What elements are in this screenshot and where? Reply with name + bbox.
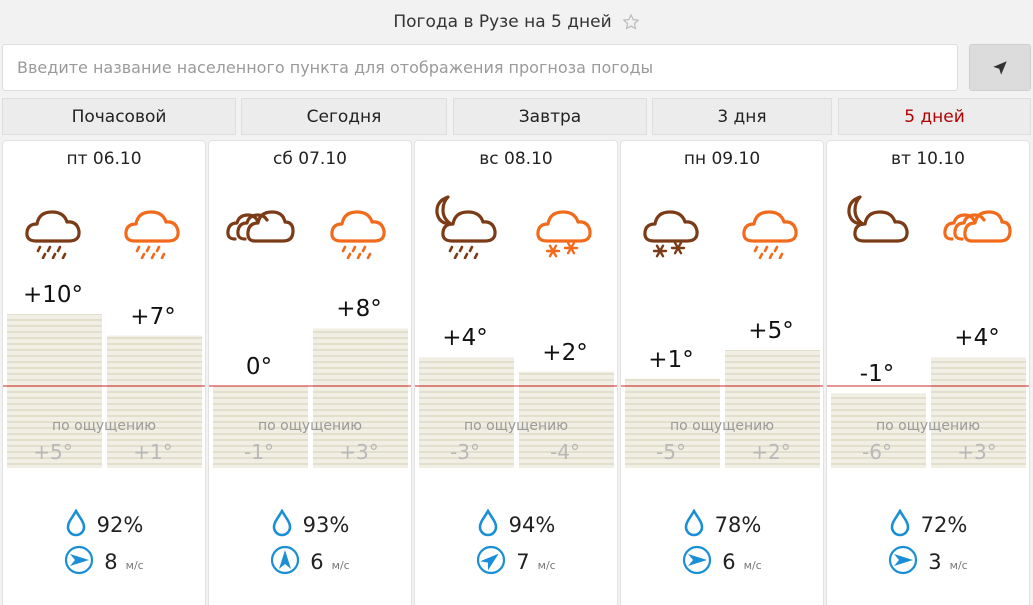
wind-unit: м/с [125,558,144,572]
wind-direction-icon [476,545,506,579]
search-box [2,44,958,91]
day-temperature: +2° [542,339,588,366]
tab-1[interactable]: Сегодня [241,98,447,135]
wind: 6 м/с [209,545,411,579]
day-card: сб 07.10 0° +8° по ощущению -1° +3° 93% 6 м/с [208,140,412,605]
day-temperature: +4° [954,325,1000,352]
page-header: Погода в Рузе на 5 дней [0,0,1033,44]
feels-like-label: по ощущению [875,418,981,434]
day-date: сб 07.10 [273,149,347,169]
tab-4[interactable]: 5 дней [838,98,1031,135]
cloud-snow-day-icon [531,193,601,259]
day-temperature: +8° [336,296,382,323]
night-feels-like: +5° [33,440,73,464]
day-feels-like: +3° [957,440,997,464]
wind-speed: 6 [722,550,736,574]
wind-direction-icon [64,545,94,579]
locate-button[interactable] [969,44,1031,91]
humidity-value: 78% [714,513,762,537]
moon-cloudy-night-icon [844,193,914,259]
wind: 6 м/с [621,545,823,579]
night-feels-like: -5° [656,440,686,464]
cloudy-night-icon [226,193,296,259]
humidity: 94% [415,508,617,541]
cloudy-day-icon [943,193,1013,259]
wind: 3 м/с [827,545,1029,579]
cloud-rain-day-icon [325,193,395,260]
feels-like-label: по ощущению [51,418,157,434]
day-feels-like: -4° [550,440,580,464]
day-feels-like: +1° [133,440,173,464]
night-temperature: 0° [245,354,273,380]
wind-unit: м/с [949,558,968,572]
tab-3[interactable]: 3 дня [652,98,832,135]
humidity-value: 72% [920,513,968,537]
humidity-value: 92% [96,513,144,537]
page-title: Погода в Рузе на 5 дней [393,12,612,32]
night-temperature: +4° [442,325,488,352]
day-feels-like: +3° [339,440,379,464]
feels-like-label: по ощущению [257,418,363,434]
humidity-value: 93% [302,513,350,537]
night-feels-like: -6° [862,440,892,464]
wind-direction-icon [888,545,918,579]
day-date: вс 08.10 [479,149,553,169]
humidity: 93% [209,508,411,541]
cloud-snow-night-icon [638,193,708,259]
wind-direction-icon [682,545,712,579]
humidity-drop-icon [477,508,499,541]
wind: 8 м/с [3,545,205,579]
wind-direction-icon [270,545,300,579]
day-card: пн 09.10 +1° +5° по ощущению -5° +2° 78% 6 м/с [620,140,824,605]
wind-speed: 8 [104,550,118,574]
cloud-rain-day-icon [737,193,807,260]
wind-unit: м/с [743,558,762,572]
humidity: 92% [3,508,205,541]
cloud-rain-day-icon [119,193,189,260]
day-feels-like: +2° [751,440,791,464]
wind-unit: м/с [331,558,350,572]
wind-speed: 7 [516,550,530,574]
night-temperature: +10° [22,282,84,308]
humidity-value: 94% [508,513,556,537]
wind: 7 м/с [415,545,617,579]
humidity-drop-icon [271,508,293,541]
cloud-rain-night-icon [20,193,90,260]
feels-like-label: по ощущению [669,418,775,434]
tab-0[interactable]: Почасовой [2,98,236,135]
day-date: пн 09.10 [683,149,761,169]
wind-speed: 6 [310,550,324,574]
night-temperature: +1° [648,346,694,373]
feels-like-label: по ощущению [463,418,569,434]
wind-speed: 3 [928,550,942,574]
day-date: вт 10.10 [891,149,965,169]
day-temperature: +5° [748,318,794,344]
humidity: 78% [621,508,823,541]
day-card: пт 06.10 +10° +7° по ощущению +5° +1° 92% 8 м/с [2,140,206,605]
night-feels-like: -1° [244,440,274,464]
location-arrow-icon [993,60,1007,75]
humidity: 72% [827,508,1029,541]
search-input[interactable] [3,45,957,90]
humidity-drop-icon [683,508,705,541]
day-card: вт 10.10 -1° +4° по ощущению -6° +3° 72% 3 м/с [826,140,1030,605]
tab-2[interactable]: Завтра [453,98,647,135]
humidity-drop-icon [65,508,87,541]
day-date: пт 06.10 [66,149,142,169]
wind-unit: м/с [537,558,556,572]
humidity-drop-icon [889,508,911,541]
favorite-star-icon[interactable] [622,13,640,31]
night-feels-like: -3° [450,440,480,464]
day-temperature: +7° [130,303,176,330]
moon-cloud-rain-night-icon [432,193,502,260]
day-card: вс 08.10 +4° +2° по ощущению -3° -4° 94% 7 м/с [414,140,618,605]
night-temperature: -1° [859,361,895,388]
